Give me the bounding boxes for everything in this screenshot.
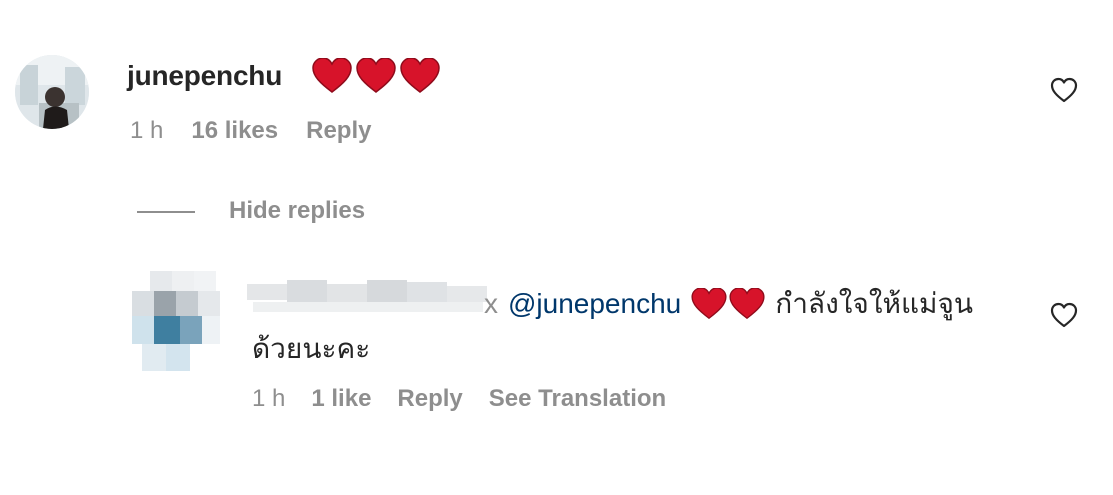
reply-time: 1 h — [252, 385, 286, 412]
reply-emoji — [691, 288, 765, 320]
comment-meta: 1 h 16 likes Reply — [130, 117, 371, 145]
see-translation-button[interactable]: See Translation — [489, 385, 666, 413]
avatar[interactable] — [15, 55, 89, 129]
reply-reply-button[interactable]: Reply — [397, 385, 462, 413]
reply-text-thai-1: กำลังใจให้แม่จูน — [775, 288, 973, 319]
heart-emoji-icon — [312, 58, 352, 94]
comment-likes-link[interactable]: 16 likes — [191, 117, 278, 145]
avatar-photo — [15, 55, 89, 129]
heart-emoji-icon — [691, 288, 727, 320]
comment-time: 1 h — [130, 117, 164, 144]
reply-meta: 1 h 1 like Reply See Translation — [252, 385, 666, 413]
pixelated-avatar — [132, 271, 220, 371]
heart-emoji-icon — [729, 288, 765, 320]
hide-replies-button[interactable]: Hide replies — [229, 197, 365, 225]
reply-mention-link[interactable]: @junepenchu — [508, 288, 681, 320]
reply-text-line-1: x @junepenchu กำลังใจให้แม่จูน — [484, 282, 973, 326]
reply-username-fragment: x — [484, 288, 498, 319]
comment-emoji — [312, 58, 440, 94]
heart-emoji-icon — [356, 58, 396, 94]
comment-username[interactable]: junepenchu — [127, 60, 282, 92]
blurred-username — [243, 276, 491, 318]
heart-emoji-icon — [400, 58, 440, 94]
comment-reply-button[interactable]: Reply — [306, 117, 371, 145]
thread-divider — [137, 211, 195, 213]
reply-avatar-blurred[interactable] — [132, 271, 220, 371]
heart-outline-icon[interactable] — [1050, 77, 1078, 103]
reply-text-line-2: ด้วยนะคะ — [252, 333, 371, 364]
reply-likes-link[interactable]: 1 like — [311, 385, 371, 413]
heart-outline-icon[interactable] — [1050, 302, 1078, 328]
